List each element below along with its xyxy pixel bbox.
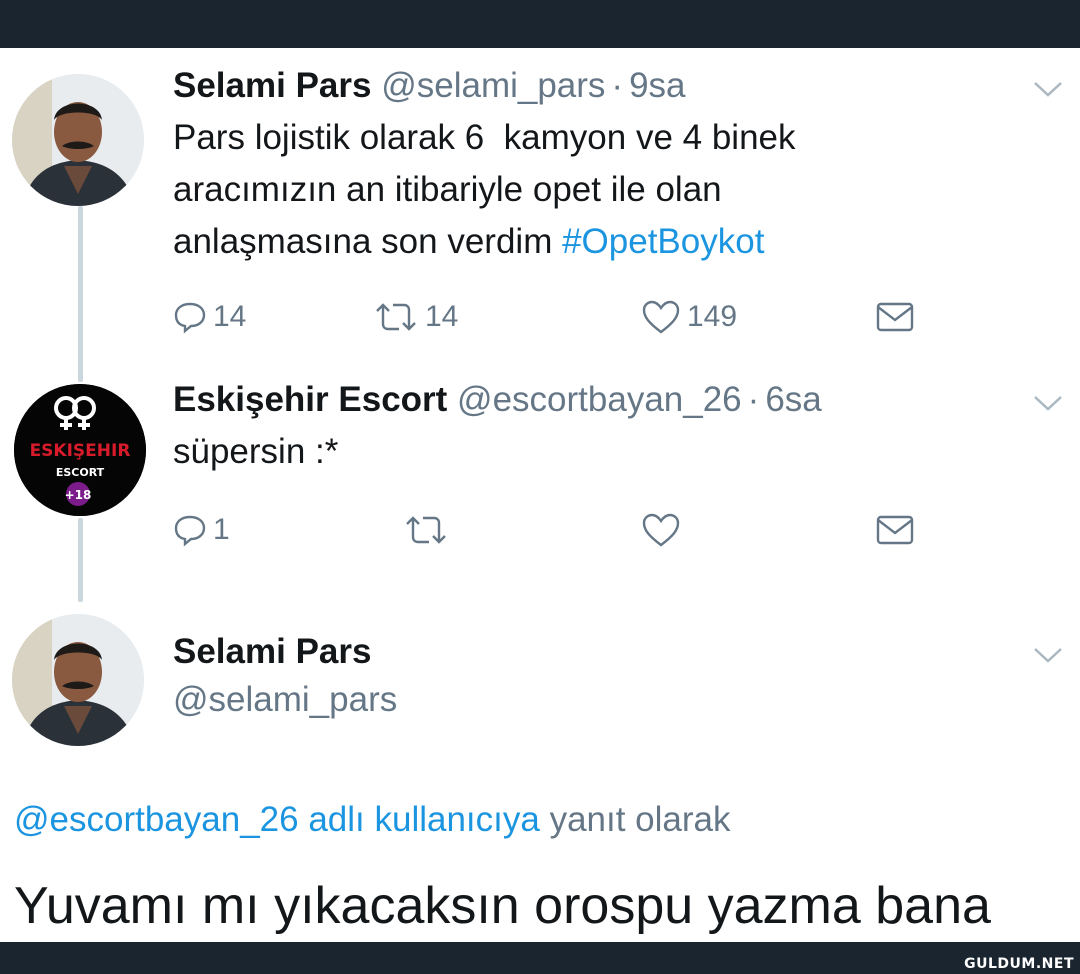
chevron-down-icon[interactable]: [1032, 644, 1064, 666]
retweet-icon: [406, 516, 446, 544]
like-count: 149: [687, 300, 738, 333]
focused-tweet-text: Yuvamı mı yıkacaksın orospu yazma bana: [14, 877, 991, 935]
display-name[interactable]: Eskişehir Escort: [173, 380, 447, 419]
replying-to: @escortbayan_26 adlı kullanıcıya yanıt o…: [14, 800, 731, 840]
like-button[interactable]: 149: [641, 295, 737, 339]
tweet-thread: Selami Pars @selami_pars · 9sa Pars lojist…: [0, 48, 1080, 942]
avatar[interactable]: ESKIŞEHIR ESCORT +18: [14, 384, 146, 516]
tweet-header: Selami Pars: [173, 632, 371, 672]
tweet-text-line: Pars lojistik olarak 6 kamyon ve 4 binek: [173, 118, 796, 157]
reply-button[interactable]: 14: [173, 295, 246, 339]
tweet-body: süpersin :*: [173, 426, 993, 478]
avatar[interactable]: [12, 74, 144, 206]
like-icon: [642, 300, 680, 334]
retweet-count: 14: [425, 300, 459, 333]
bottom-bar: GULDUM.NET: [0, 942, 1080, 974]
tweet-header-handle: @selami_pars: [173, 680, 397, 720]
retweet-button[interactable]: 14: [373, 295, 458, 339]
tweet-text-line: süpersin :*: [173, 432, 339, 471]
retweet-button[interactable]: [403, 508, 449, 552]
like-icon: [642, 513, 680, 547]
reply-button[interactable]: 1: [173, 508, 230, 552]
tweet-header: Selami Pars @selami_pars · 9sa: [173, 66, 686, 106]
separator-dot: ·: [747, 380, 760, 419]
profile-logo: ESKIŞEHIR ESCORT +18: [14, 384, 146, 516]
tweet-text-line: aracımızın an itibariyle opet ile olan: [173, 170, 722, 209]
avatar-age-badge: +18: [65, 488, 92, 502]
tweet-body: Pars lojistik olarak 6 kamyon ve 4 binek…: [173, 112, 993, 268]
like-button[interactable]: [641, 508, 681, 552]
hashtag-link[interactable]: #OpetBoykot: [562, 222, 764, 261]
chevron-down-icon[interactable]: [1032, 78, 1064, 100]
separator-dot: ·: [611, 66, 624, 105]
thread-line: [78, 518, 83, 602]
direct-message-button[interactable]: [875, 508, 915, 552]
user-handle[interactable]: @escortbayan_26: [457, 380, 742, 419]
tweet-text-plain: anlaşmasına son verdim: [173, 222, 553, 261]
user-handle[interactable]: @selami_pars: [381, 66, 605, 105]
display-name[interactable]: Selami Pars: [173, 632, 371, 671]
reply-icon: [174, 515, 206, 547]
tweet-time[interactable]: 9sa: [629, 66, 685, 105]
tweet-time[interactable]: 6sa: [765, 380, 821, 419]
profile-photo: [12, 74, 144, 206]
replying-suffix: yanıt olarak: [549, 800, 731, 839]
retweet-icon: [376, 303, 416, 331]
profile-photo: [12, 614, 144, 746]
user-handle[interactable]: @selami_pars: [173, 680, 397, 719]
reply-icon: [174, 302, 206, 334]
tweet-text-line: anlaşmasına son verdim #OpetBoykot: [173, 216, 993, 268]
tweet-actions: 1: [173, 508, 953, 552]
top-bar: [0, 0, 1080, 48]
tweet-header: Eskişehir Escort @escortbayan_26 · 6sa: [173, 380, 822, 420]
direct-message-button[interactable]: [875, 295, 915, 339]
replying-mention-link[interactable]: @escortbayan_26 adlı kullanıcıya: [14, 800, 540, 839]
message-icon: [876, 515, 914, 545]
watermark: GULDUM.NET: [964, 956, 1074, 972]
thread-line: [78, 206, 83, 382]
reply-count: 1: [213, 513, 230, 546]
display-name[interactable]: Selami Pars: [173, 66, 371, 105]
avatar[interactable]: [12, 614, 144, 746]
avatar-brand-text: ESKIŞEHIR: [30, 441, 131, 461]
tweet-actions: 14 14 149: [173, 295, 953, 339]
message-icon: [876, 302, 914, 332]
avatar-brand-subtext: ESCORT: [56, 466, 105, 479]
chevron-down-icon[interactable]: [1032, 392, 1064, 414]
reply-count: 14: [213, 300, 247, 333]
